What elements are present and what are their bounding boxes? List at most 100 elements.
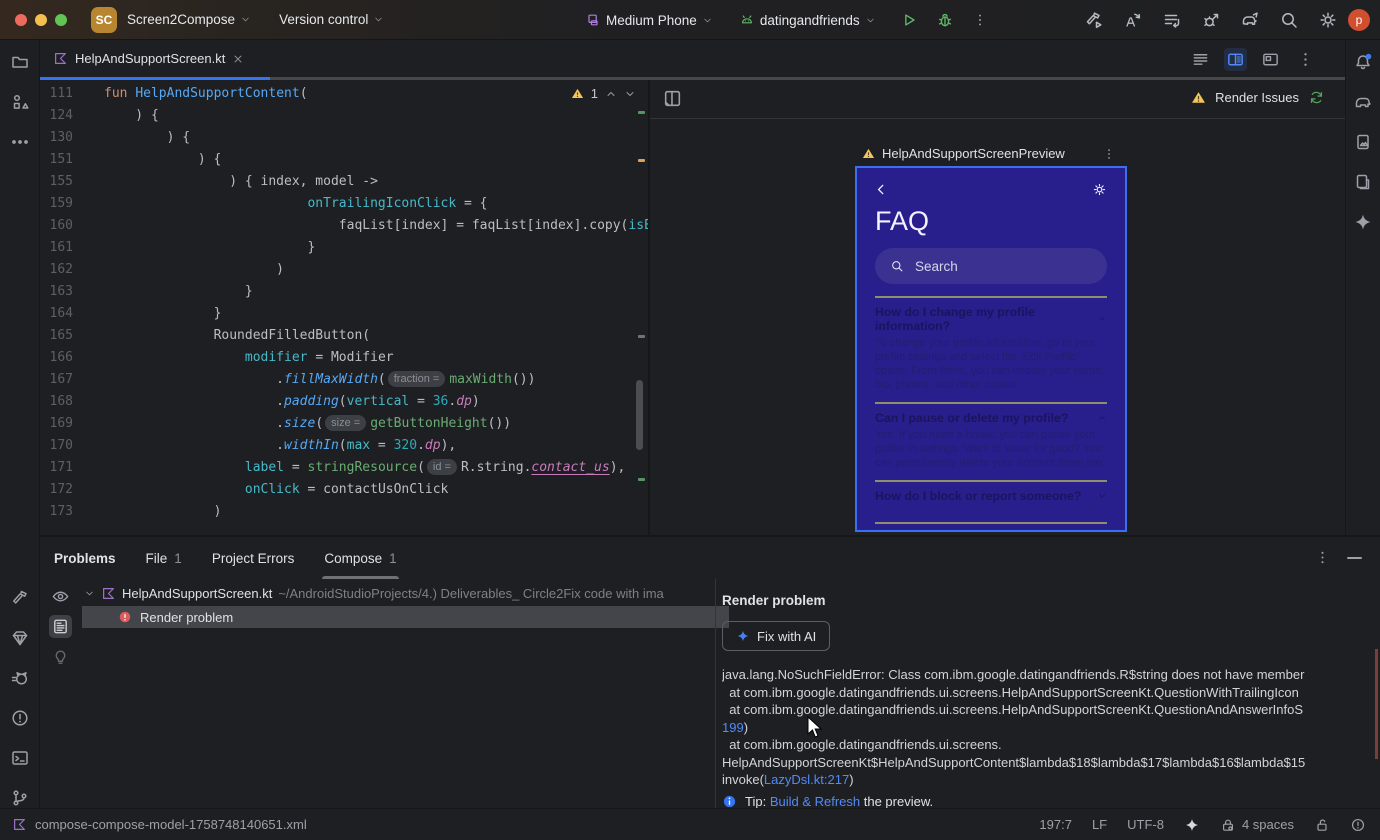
caret-position[interactable]: 197:7 — [1039, 817, 1072, 832]
chevron-down-icon[interactable] — [84, 588, 95, 599]
code-line[interactable]: 124) { — [40, 105, 648, 127]
faq-question[interactable]: How do I block or report someone? — [875, 482, 1107, 506]
preview-menu-icon[interactable] — [1102, 147, 1116, 161]
search-everywhere-icon[interactable] — [1279, 10, 1299, 30]
gradle-sync-icon[interactable] — [1240, 10, 1260, 30]
copies-icon[interactable] — [1353, 172, 1373, 192]
terminal-icon[interactable] — [10, 748, 30, 768]
code-line[interactable]: 164} — [40, 303, 648, 325]
kebab-icon[interactable] — [1294, 48, 1317, 71]
code-line[interactable]: 173) — [40, 501, 648, 523]
code-line[interactable]: 165 RoundedFilledButton( — [40, 325, 648, 347]
chevron-up-icon[interactable] — [605, 88, 617, 100]
gem-icon[interactable] — [10, 628, 30, 648]
view-options-icon[interactable] — [51, 587, 70, 606]
list-lines-icon[interactable] — [1189, 48, 1212, 71]
code-line[interactable]: 160 faqList[index] = faqList[index].copy(… — [40, 215, 648, 237]
back-icon[interactable] — [875, 183, 888, 196]
hammer-icon[interactable] — [10, 588, 30, 608]
run-button[interactable] — [900, 11, 918, 29]
faq-question[interactable]: Why did my match disappear? — [875, 524, 1107, 530]
tab-compose[interactable]: Compose 1 — [322, 537, 399, 579]
detail-scroll-stripe[interactable] — [1375, 649, 1378, 759]
tab-helpandsupportscreen[interactable]: HelpAndSupportScreen.kt — [53, 40, 244, 77]
code-line[interactable]: 151) { — [40, 149, 648, 171]
file-encoding[interactable]: UTF-8 — [1127, 817, 1164, 832]
code-line[interactable]: 162) — [40, 259, 648, 281]
vcs-widget[interactable]: Version control — [279, 12, 384, 27]
zoom-window-button[interactable] — [55, 13, 67, 26]
build-refresh-link[interactable]: Build & Refresh — [770, 794, 860, 809]
sparkle-icon[interactable] — [1353, 212, 1373, 232]
code-line[interactable]: 163} — [40, 281, 648, 303]
close-window-button[interactable] — [15, 13, 27, 26]
code-line[interactable]: 168 .padding(vertical = 36.dp) — [40, 391, 648, 413]
editor-scrollbar[interactable] — [636, 380, 643, 450]
chevron-down-icon[interactable] — [624, 88, 636, 100]
ai-assistant-icon[interactable] — [1184, 817, 1200, 833]
inspections-widget[interactable]: 1 — [571, 86, 636, 101]
tab-project-errors[interactable]: Project Errors — [212, 537, 295, 579]
settings-gear-icon[interactable] — [1318, 10, 1338, 30]
code-line[interactable]: 166 modifier = Modifier — [40, 347, 648, 369]
code-editor[interactable]: 111 fun HelpAndSupportContent(124) {130) … — [40, 80, 648, 535]
code-line[interactable]: 167 .fillMaxWidth(fraction = maxWidth()) — [40, 369, 648, 391]
code-line[interactable]: 172 onClick = contactUsOnClick — [40, 479, 648, 501]
stack-link[interactable]: LazyDsl.kt:217 — [764, 772, 849, 787]
hammer-run-icon[interactable] — [1084, 10, 1104, 30]
attach-debugger-icon[interactable] — [1201, 10, 1221, 30]
line-separator[interactable]: LF — [1092, 817, 1107, 832]
device-selector[interactable]: Medium Phone — [585, 12, 713, 28]
tab-file[interactable]: File 1 — [146, 537, 182, 579]
preview-problem-toggle-icon[interactable] — [48, 615, 72, 638]
split-mode-icon[interactable] — [1224, 48, 1247, 71]
preview-layout-icon[interactable] — [662, 88, 683, 109]
status-file-name[interactable]: compose-compose-model-1758748140651.xml — [35, 817, 307, 832]
faq-question[interactable]: Can I pause or delete my profile? — [875, 404, 1107, 428]
close-tab-icon[interactable] — [232, 53, 244, 65]
code-line[interactable]: 170 .widthIn(max = 320.dp), — [40, 435, 648, 457]
code-line[interactable]: 159 onTrailingIconClick = { — [40, 193, 648, 215]
code-line[interactable]: 169 .size(size = getButtonHeight()) — [40, 413, 648, 435]
debug-button[interactable] — [936, 11, 954, 29]
todo-list-icon[interactable] — [1162, 10, 1182, 30]
git-branch-icon[interactable] — [10, 788, 30, 808]
quick-fix-icon[interactable] — [51, 647, 70, 666]
more-actions-icon[interactable] — [972, 12, 988, 28]
ai-actions-icon[interactable] — [1123, 10, 1143, 30]
code-line[interactable]: 161} — [40, 237, 648, 259]
code-line[interactable]: 111 fun HelpAndSupportContent( — [40, 83, 648, 105]
elephant-icon[interactable] — [1353, 92, 1373, 112]
widgets-icon[interactable] — [10, 92, 30, 112]
render-issues-label[interactable]: Render Issues — [1215, 90, 1299, 105]
search-input[interactable]: Search — [875, 248, 1107, 284]
indent-widget[interactable]: 4 spaces — [1220, 817, 1294, 833]
avatar[interactable]: p — [1348, 9, 1370, 31]
write-access-icon[interactable] — [1314, 817, 1330, 833]
code-line[interactable]: 155) { index, model -> — [40, 171, 648, 193]
inspections-status-icon[interactable] — [1350, 817, 1366, 833]
panel-title[interactable]: Problems — [54, 551, 116, 566]
alert-circle-icon[interactable] — [10, 708, 30, 728]
tree-problem-row[interactable]: Render problem — [82, 606, 729, 628]
folder-icon[interactable] — [10, 52, 30, 72]
gear-icon[interactable] — [1092, 182, 1107, 197]
run-config-selector[interactable]: datingandfriends — [739, 12, 876, 28]
tree-file-row[interactable]: HelpAndSupportScreen.kt ~/AndroidStudioP… — [80, 582, 715, 604]
tree-detail-divider[interactable] — [715, 579, 716, 808]
design-mode-icon[interactable] — [1259, 48, 1282, 71]
logcat-cat-icon[interactable] — [10, 668, 30, 688]
fix-with-ai-button[interactable]: Fix with AI — [722, 621, 831, 651]
bell-icon[interactable] — [1353, 52, 1373, 72]
project-selector[interactable]: Screen2Compose — [127, 12, 251, 27]
more-h-icon[interactable] — [10, 132, 30, 152]
faq-question[interactable]: How do I change my profile information? — [875, 298, 1107, 336]
hide-panel-icon[interactable] — [1347, 557, 1362, 559]
panel-options-icon[interactable] — [1314, 549, 1331, 566]
minimize-window-button[interactable] — [35, 13, 47, 26]
code-line[interactable]: 171 label = stringResource(id = R.string.c… — [40, 457, 648, 479]
code-line[interactable]: 130) { — [40, 127, 648, 149]
refresh-preview-icon[interactable] — [1308, 89, 1325, 106]
device-image-icon[interactable] — [1353, 132, 1373, 152]
stack-link[interactable]: 199 — [722, 720, 744, 735]
